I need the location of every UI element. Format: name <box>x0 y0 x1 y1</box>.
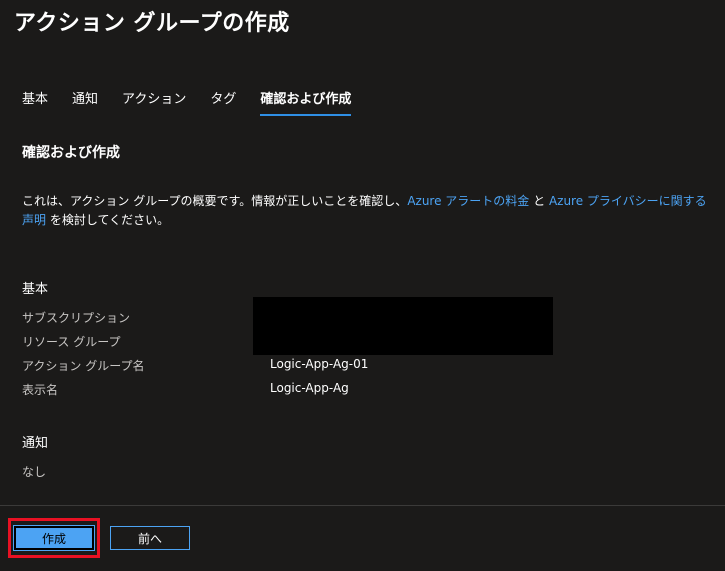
action-group-name-label: アクション グループ名 <box>22 359 145 373</box>
subscription-label: サブスクリプション <box>22 311 131 325</box>
review-description: これは、アクション グループの概要です。情報が正しいことを確認し、Azure ア… <box>22 192 712 230</box>
notifications-group-title: 通知 <box>22 436 49 451</box>
description-text-1: これは、アクション グループの概要です。情報が正しいことを確認し、 <box>22 194 408 208</box>
display-name-value: Logic-App-Ag <box>270 381 349 395</box>
description-text-3: を検討してください。 <box>46 213 170 227</box>
section-heading: 確認および作成 <box>22 145 120 161</box>
basics-group-title: 基本 <box>22 282 49 297</box>
notifications-value: なし <box>22 465 47 479</box>
create-button[interactable]: 作成 <box>13 525 95 551</box>
action-group-name-value: Logic-App-Ag-01 <box>270 357 369 371</box>
tab-notifications[interactable]: 通知 <box>72 88 98 116</box>
footer-divider <box>0 505 725 506</box>
tab-actions[interactable]: アクション <box>122 88 186 116</box>
display-name-label: 表示名 <box>22 383 59 397</box>
page-title: アクション グループの作成 <box>14 11 290 36</box>
redacted-block <box>253 297 553 355</box>
tab-basics[interactable]: 基本 <box>22 88 48 116</box>
create-action-group-page: アクション グループの作成 基本 通知 アクション タグ 確認および作成 確認お… <box>0 0 725 571</box>
description-text-2: と <box>529 194 549 208</box>
resource-group-label: リソース グループ <box>22 335 121 349</box>
tab-bar: 基本 通知 アクション タグ 確認および作成 <box>22 88 375 116</box>
azure-alerts-pricing-link[interactable]: Azure アラートの料金 <box>407 194 529 208</box>
tab-review-create[interactable]: 確認および作成 <box>260 88 352 116</box>
previous-button[interactable]: 前へ <box>110 526 190 550</box>
tab-tags[interactable]: タグ <box>210 88 236 116</box>
